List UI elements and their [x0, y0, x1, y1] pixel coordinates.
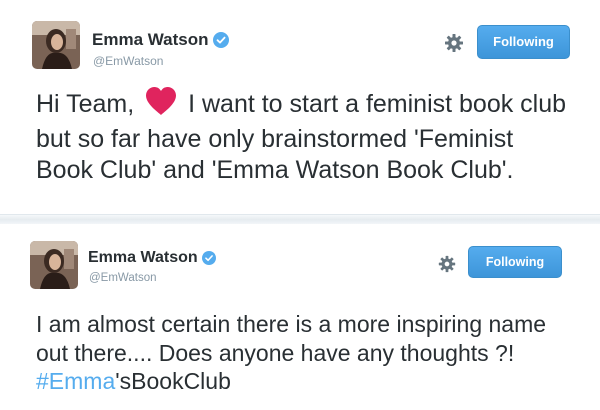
tweet-card-2: Emma Watson @EmWatson Following I am alm… [0, 224, 600, 410]
avatar[interactable] [32, 21, 80, 69]
verified-badge-icon [201, 251, 216, 265]
hashtag-link[interactable]: #Emma [36, 368, 115, 394]
following-button[interactable]: Following [477, 25, 570, 59]
display-name[interactable]: Emma Watson [92, 30, 209, 50]
user-handle[interactable]: @EmWatson [89, 272, 156, 284]
gear-icon[interactable] [437, 254, 457, 274]
red-heart-emoji-icon [144, 86, 178, 124]
following-button[interactable]: Following [468, 246, 562, 278]
verified-badge-icon [212, 32, 229, 48]
tweet-text-part-1: I am almost certain there is a more insp… [36, 311, 547, 366]
tweet-card-1: Emma Watson @EmWatson Following Hi Team,… [0, 0, 600, 216]
tweet-text-part-2: 'sBookClub [115, 368, 231, 394]
author-name-row: Emma Watson [88, 249, 216, 267]
user-handle[interactable]: @EmWatson [93, 54, 163, 68]
tweet-text: Hi Team, I want to start a feminist book… [36, 86, 576, 186]
tweet-text: I am almost certain there is a more insp… [36, 310, 576, 396]
avatar[interactable] [30, 241, 78, 289]
display-name[interactable]: Emma Watson [88, 249, 198, 267]
author-name-row: Emma Watson [92, 30, 229, 50]
gear-icon[interactable] [443, 32, 465, 54]
tweet-text-part-1: Hi Team, [36, 90, 135, 118]
